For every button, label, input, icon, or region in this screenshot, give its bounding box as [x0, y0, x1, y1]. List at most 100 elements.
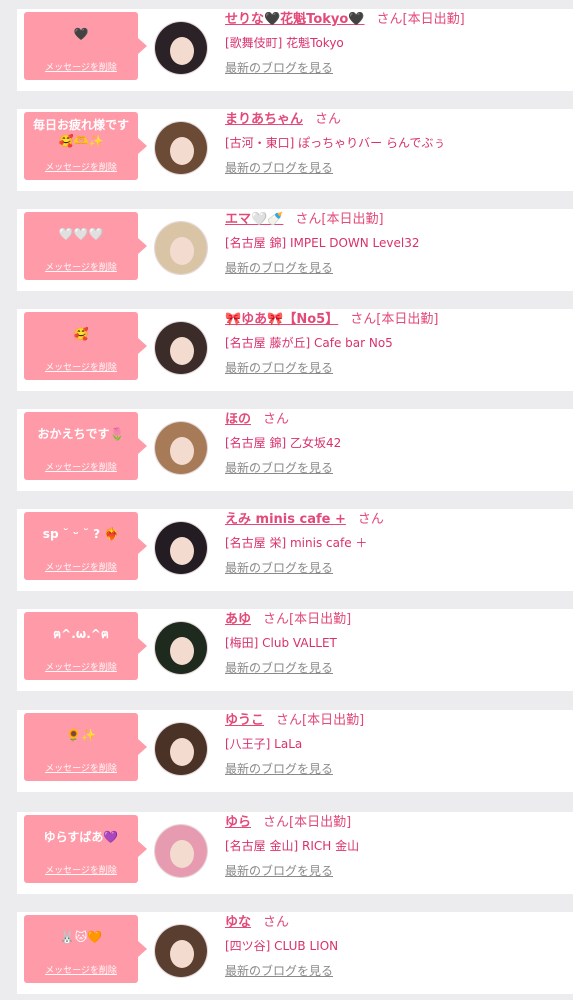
sender-name-link[interactable]: 🎀ゆあ🎀【No5】: [225, 312, 338, 327]
sender-line: 🎀ゆあ🎀【No5】 さん[本日出勤]: [225, 311, 438, 329]
message-bubble: 🖤 メッセージを削除: [24, 12, 147, 80]
sender-name-link[interactable]: エマ🤍🍼: [225, 212, 283, 227]
latest-blog-link[interactable]: 最新のブログを見る: [225, 761, 333, 777]
shop-info: [名古屋 錦] 乙女坂42: [225, 436, 342, 450]
delete-message-link[interactable]: メッセージを削除: [24, 60, 138, 73]
message-text: sp ˘ ᵕ ˘ ? ❤️‍🔥: [42, 527, 120, 541]
shop-info: [古河・東口] ぽっちゃりバー らんでぶぅ: [225, 136, 446, 150]
delete-message-link[interactable]: メッセージを削除: [24, 160, 138, 173]
honorific: さん: [263, 412, 290, 427]
sender-line: まりあちゃん さん: [225, 111, 341, 129]
message-text: 🖤: [73, 27, 89, 41]
message-card: 毎日お疲れ様です 🥰🫶✨ メッセージを削除 まりあちゃん さん [古河・東口] ぽっちゃ…: [17, 109, 573, 191]
avatar[interactable]: [154, 621, 208, 675]
delete-message-link[interactable]: メッセージを削除: [24, 963, 138, 976]
delete-message-link[interactable]: メッセージを削除: [24, 863, 138, 876]
delete-message-link[interactable]: メッセージを削除: [24, 560, 138, 573]
sender-line: あゆ さん[本日出勤]: [225, 611, 351, 629]
sender-name-link[interactable]: まりあちゃん: [225, 112, 303, 127]
message-card: おかえちです🌷 メッセージを削除 ほの さん [名古屋 錦] 乙女坂42 最新のブログを見…: [17, 409, 573, 491]
latest-blog-link[interactable]: 最新のブログを見る: [225, 863, 333, 879]
sender-name-link[interactable]: ゆうこ: [225, 713, 264, 728]
message-text: 毎日お疲れ様です 🥰🫶✨: [32, 118, 129, 148]
message-text: 🌻✨: [66, 728, 96, 742]
shop-info: [名古屋 錦] IMPEL DOWN Level32: [225, 236, 420, 250]
honorific: さん: [263, 915, 290, 930]
message-card: 🤍🤍🤍 メッセージを削除 エマ🤍🍼 さん[本日出勤] [名古屋 錦] IMPEL DOW…: [17, 209, 573, 291]
avatar[interactable]: [154, 321, 208, 375]
sender-line: せりな🖤花魁Tokyo🖤 さん[本日出勤]: [225, 11, 465, 29]
message-text: 🥰: [73, 327, 89, 341]
honorific: さん: [315, 112, 342, 127]
avatar[interactable]: [154, 521, 208, 575]
message-bubble: ゆらすばあ💜 メッセージを削除: [24, 815, 147, 883]
shop-info: [四ツ谷] CLUB LION: [225, 939, 339, 953]
sender-line: エマ🤍🍼 さん[本日出勤]: [225, 211, 384, 229]
working-today-badge: [本日出勤]: [321, 212, 384, 227]
honorific: さん: [295, 212, 322, 227]
message-bubble: 🌻✨ メッセージを削除: [24, 713, 147, 781]
delete-message-link[interactable]: メッセージを削除: [24, 761, 138, 774]
sender-name-link[interactable]: あゆ: [225, 612, 251, 627]
message-card: 🐰🐱🧡 メッセージを削除 ゆな さん [四ツ谷] CLUB LION 最新のブログを見る: [17, 912, 573, 994]
message-text: ฅ^.ω.^ฅ: [53, 627, 109, 641]
working-today-badge: [本日出勤]: [289, 815, 352, 830]
sender-line: ほの さん: [225, 411, 289, 429]
shop-info: [名古屋 藤が丘] Cafe bar No5: [225, 336, 393, 350]
delete-message-link[interactable]: メッセージを削除: [24, 460, 138, 473]
message-card: sp ˘ ᵕ ˘ ? ❤️‍🔥 メッセージを削除 えみ minis cafe + さん…: [17, 509, 573, 591]
latest-blog-link[interactable]: 最新のブログを見る: [225, 560, 333, 576]
latest-blog-link[interactable]: 最新のブログを見る: [225, 460, 333, 476]
working-today-badge: [本日出勤]: [376, 312, 439, 327]
message-card: ゆらすばあ💜 メッセージを削除 ゆら さん[本日出勤] [名古屋 金山] RICH 金山…: [17, 812, 573, 894]
working-today-badge: [本日出勤]: [289, 612, 352, 627]
shop-info: [歌舞伎町] 花魁Tokyo: [225, 36, 344, 50]
sender-name-link[interactable]: ゆら: [225, 815, 251, 830]
avatar[interactable]: [154, 421, 208, 475]
latest-blog-link[interactable]: 最新のブログを見る: [225, 963, 333, 979]
shop-info: [名古屋 栄] minis cafe ＋: [225, 536, 368, 550]
sender-name-link[interactable]: せりな🖤花魁Tokyo🖤: [225, 12, 365, 27]
message-card: ฅ^.ω.^ฅ メッセージを削除 あゆ さん[本日出勤] [梅田] Club VALLE…: [17, 609, 573, 691]
sender-name-link[interactable]: ほの: [225, 412, 251, 427]
message-bubble: おかえちです🌷 メッセージを削除: [24, 412, 147, 480]
shop-info: [八王子] LaLa: [225, 737, 303, 751]
avatar[interactable]: [154, 824, 208, 878]
sender-line: ゆら さん[本日出勤]: [225, 814, 351, 832]
honorific: さん: [350, 312, 377, 327]
avatar[interactable]: [154, 121, 208, 175]
message-bubble: sp ˘ ᵕ ˘ ? ❤️‍🔥 メッセージを削除: [24, 512, 147, 580]
avatar[interactable]: [154, 21, 208, 75]
message-card: 🥰 メッセージを削除 🎀ゆあ🎀【No5】 さん[本日出勤] [名古屋 藤が丘] Cafe…: [17, 309, 573, 391]
latest-blog-link[interactable]: 最新のブログを見る: [225, 260, 333, 276]
latest-blog-link[interactable]: 最新のブログを見る: [225, 660, 333, 676]
sender-name-link[interactable]: えみ minis cafe +: [225, 512, 346, 527]
honorific: さん: [263, 612, 290, 627]
message-card: 🌻✨ メッセージを削除 ゆうこ さん[本日出勤] [八王子] LaLa 最新のブログを見る: [17, 710, 573, 792]
honorific: さん: [376, 12, 403, 27]
delete-message-link[interactable]: メッセージを削除: [24, 660, 138, 673]
honorific: さん: [276, 713, 303, 728]
latest-blog-link[interactable]: 最新のブログを見る: [225, 160, 333, 176]
sender-line: ゆな さん: [225, 914, 289, 932]
avatar[interactable]: [154, 924, 208, 978]
delete-message-link[interactable]: メッセージを削除: [24, 360, 138, 373]
sender-name-link[interactable]: ゆな: [225, 915, 251, 930]
honorific: さん: [357, 512, 384, 527]
delete-message-link[interactable]: メッセージを削除: [24, 260, 138, 273]
message-bubble: 🥰 メッセージを削除: [24, 312, 147, 380]
message-card: 🖤 メッセージを削除 せりな🖤花魁Tokyo🖤 さん[本日出勤] [歌舞伎町] 花魁To…: [17, 9, 573, 91]
avatar[interactable]: [154, 722, 208, 776]
message-text: おかえちです🌷: [37, 427, 125, 441]
sender-line: ゆうこ さん[本日出勤]: [225, 712, 364, 730]
shop-info: [名古屋 金山] RICH 金山: [225, 839, 360, 853]
message-bubble: 毎日お疲れ様です 🥰🫶✨ メッセージを削除: [24, 112, 147, 180]
message-text: 🐰🐱🧡: [59, 930, 103, 944]
shop-info: [梅田] Club VALLET: [225, 636, 337, 650]
message-text: 🤍🤍🤍: [58, 227, 104, 241]
sender-line: えみ minis cafe + さん: [225, 511, 384, 529]
avatar[interactable]: [154, 221, 208, 275]
latest-blog-link[interactable]: 最新のブログを見る: [225, 360, 333, 376]
message-bubble: 🤍🤍🤍 メッセージを削除: [24, 212, 147, 280]
latest-blog-link[interactable]: 最新のブログを見る: [225, 60, 333, 76]
